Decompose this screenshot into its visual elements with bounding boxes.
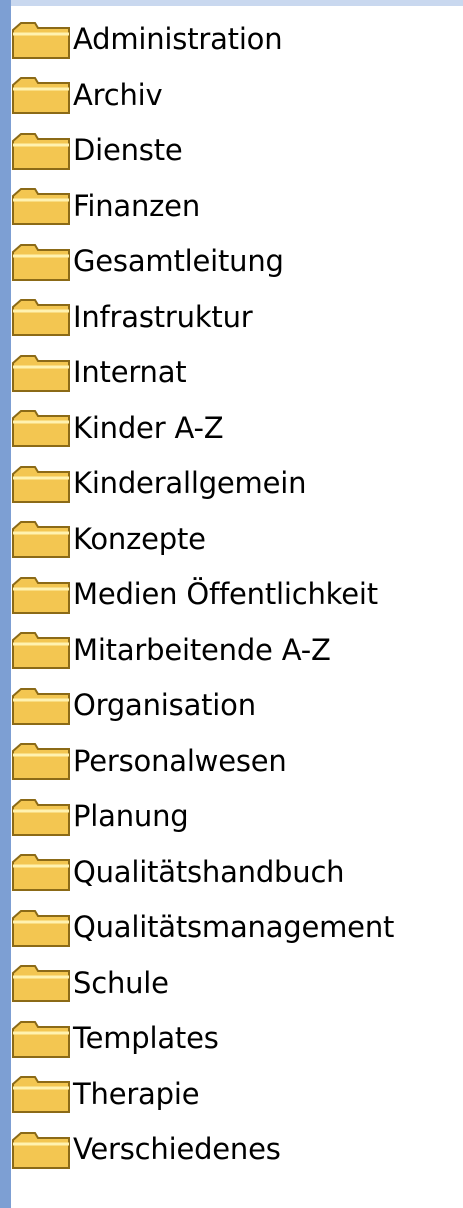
folder-item-schule[interactable]: Schule bbox=[11, 956, 463, 1012]
folder-icon bbox=[12, 77, 70, 115]
folder-tree-pane: Administration Archiv Dienste Finanzen G… bbox=[0, 0, 463, 1208]
folder-label: Finanzen bbox=[73, 188, 201, 223]
folder-item-planung[interactable]: Planung bbox=[11, 789, 463, 845]
folder-item-gesamtleitung[interactable]: Gesamtleitung bbox=[11, 234, 463, 290]
folder-label: Infrastruktur bbox=[73, 299, 253, 334]
folder-icon bbox=[12, 1076, 70, 1114]
folder-label: Schule bbox=[73, 965, 169, 1000]
folder-icon bbox=[12, 743, 70, 781]
folder-item-qualitaetshandbuch[interactable]: Qualitätshandbuch bbox=[11, 845, 463, 901]
folder-icon bbox=[12, 687, 70, 725]
folder-label: Internat bbox=[73, 355, 187, 390]
folder-icon bbox=[12, 132, 70, 170]
folder-icon bbox=[12, 632, 70, 670]
folder-item-archiv[interactable]: Archiv bbox=[11, 68, 463, 124]
folder-icon bbox=[12, 354, 70, 392]
folder-label: Gesamtleitung bbox=[73, 244, 284, 279]
folder-item-internat[interactable]: Internat bbox=[11, 345, 463, 401]
folder-label: Therapie bbox=[73, 1076, 200, 1111]
folder-item-verschiedenes[interactable]: Verschiedenes bbox=[11, 1122, 463, 1178]
folder-label: Qualitätshandbuch bbox=[73, 854, 345, 889]
folder-label: Mitarbeitende A-Z bbox=[73, 632, 331, 667]
folder-icon bbox=[12, 576, 70, 614]
folder-label: Personalwesen bbox=[73, 743, 287, 778]
folder-item-finanzen[interactable]: Finanzen bbox=[11, 179, 463, 235]
folder-icon bbox=[12, 1020, 70, 1058]
folder-item-qualitaetsmanagement[interactable]: Qualitätsmanagement bbox=[11, 900, 463, 956]
folder-icon bbox=[12, 465, 70, 503]
folder-label: Archiv bbox=[73, 77, 163, 112]
pane-left-edge bbox=[0, 0, 11, 1208]
folder-label: Dienste bbox=[73, 133, 183, 168]
folder-label: Kinder A-Z bbox=[73, 410, 224, 445]
folder-icon bbox=[12, 243, 70, 281]
folder-label: Administration bbox=[73, 22, 283, 57]
folder-item-infrastruktur[interactable]: Infrastruktur bbox=[11, 290, 463, 346]
folder-list: Administration Archiv Dienste Finanzen G… bbox=[11, 12, 463, 1178]
folder-item-dienste[interactable]: Dienste bbox=[11, 123, 463, 179]
folder-item-therapie[interactable]: Therapie bbox=[11, 1067, 463, 1123]
folder-label: Organisation bbox=[73, 688, 256, 723]
folder-item-mitarbeitende-a-z[interactable]: Mitarbeitende A-Z bbox=[11, 623, 463, 679]
folder-item-kinderallgemein[interactable]: Kinderallgemein bbox=[11, 456, 463, 512]
folder-icon bbox=[12, 909, 70, 947]
folder-item-templates[interactable]: Templates bbox=[11, 1011, 463, 1067]
folder-icon bbox=[12, 410, 70, 448]
pane-top-edge bbox=[0, 0, 463, 6]
folder-icon bbox=[12, 188, 70, 226]
folder-item-personalwesen[interactable]: Personalwesen bbox=[11, 734, 463, 790]
folder-label: Templates bbox=[73, 1021, 219, 1056]
folder-icon bbox=[12, 798, 70, 836]
folder-icon bbox=[12, 854, 70, 892]
folder-label: Kinderallgemein bbox=[73, 466, 307, 501]
folder-item-organisation[interactable]: Organisation bbox=[11, 678, 463, 734]
folder-label: Qualitätsmanagement bbox=[73, 910, 395, 945]
folder-label: Planung bbox=[73, 799, 189, 834]
folder-icon bbox=[12, 1131, 70, 1169]
folder-item-medien-oeffentlichkeit[interactable]: Medien Öffentlichkeit bbox=[11, 567, 463, 623]
folder-icon bbox=[12, 965, 70, 1003]
folder-label: Konzepte bbox=[73, 521, 206, 556]
folder-label: Verschiedenes bbox=[73, 1132, 281, 1167]
folder-item-kinder-a-z[interactable]: Kinder A-Z bbox=[11, 401, 463, 457]
folder-item-administration[interactable]: Administration bbox=[11, 12, 463, 68]
folder-icon bbox=[12, 299, 70, 337]
folder-label: Medien Öffentlichkeit bbox=[73, 577, 378, 612]
folder-icon bbox=[12, 21, 70, 59]
folder-icon bbox=[12, 521, 70, 559]
folder-item-konzepte[interactable]: Konzepte bbox=[11, 512, 463, 568]
